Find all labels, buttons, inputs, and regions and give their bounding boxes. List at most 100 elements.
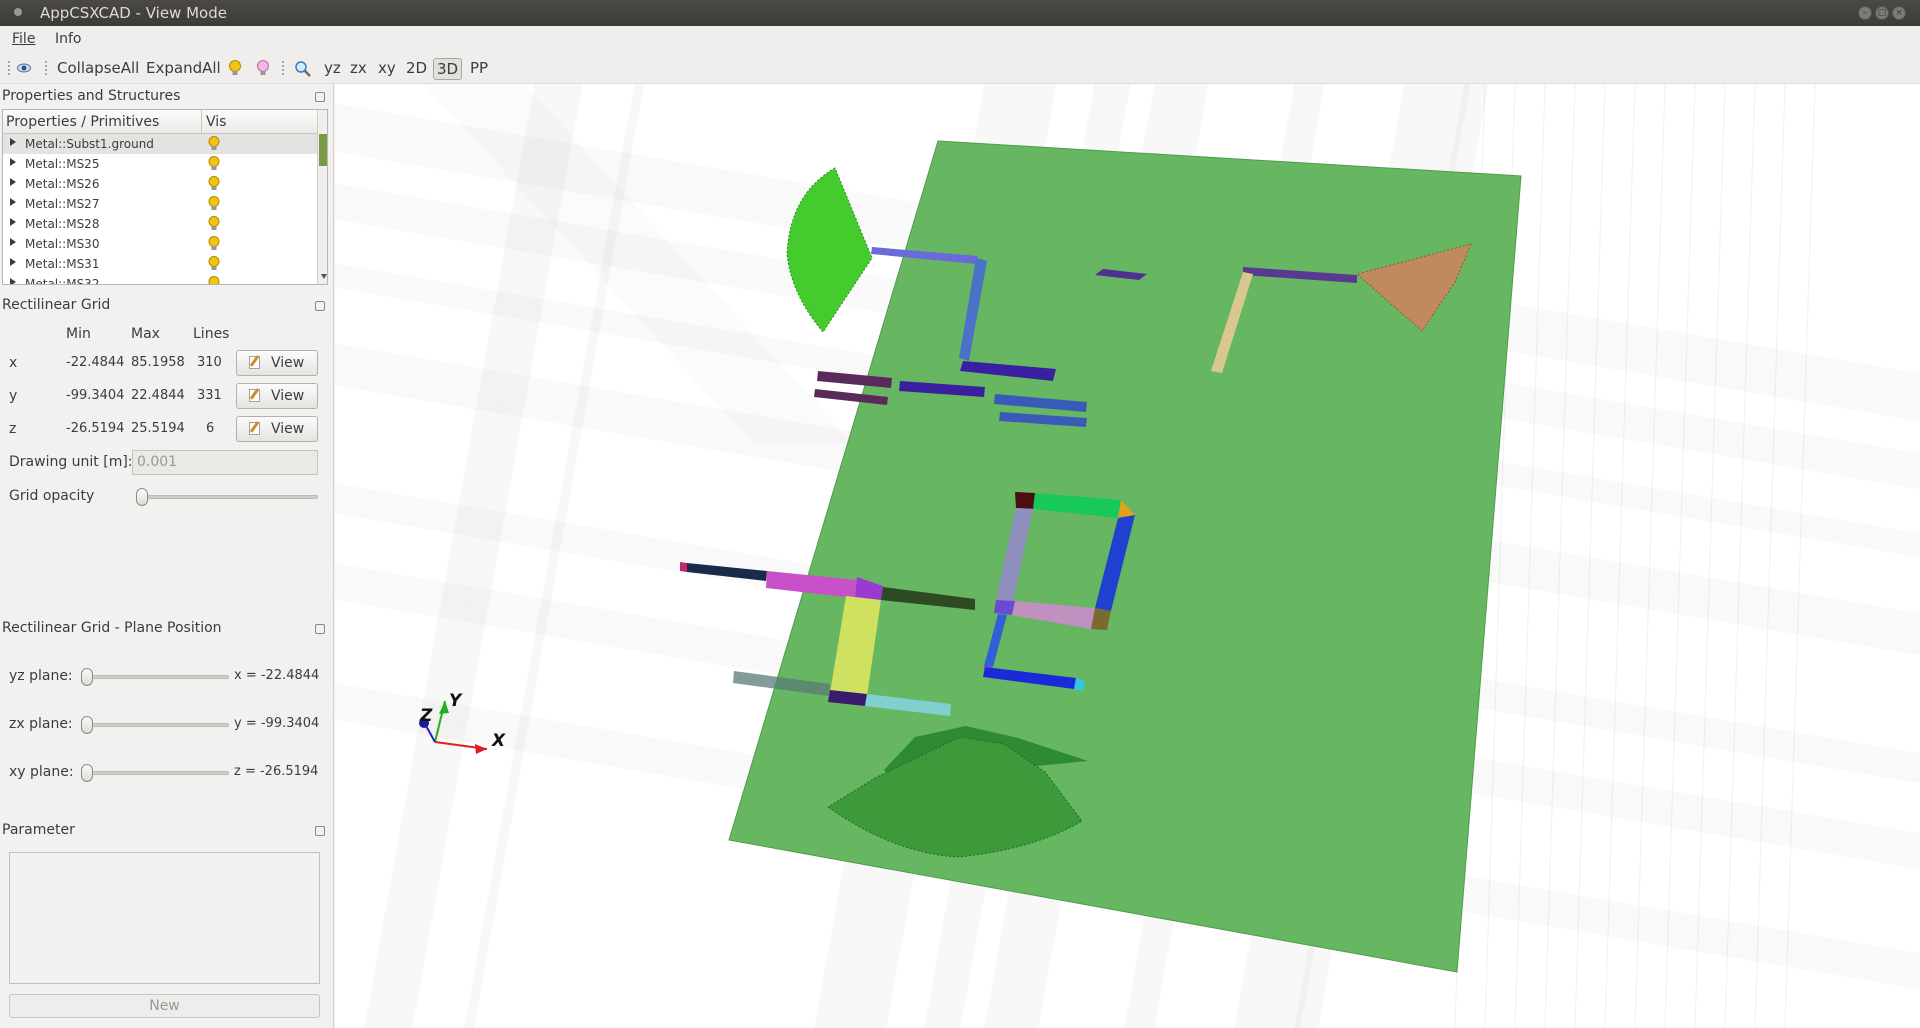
bulb-off-icon[interactable]: [256, 60, 270, 78]
new-parameter-button[interactable]: New: [9, 994, 320, 1018]
toolbar-grip-2[interactable]: [45, 61, 48, 75]
mesh-line: [1724, 84, 1756, 1028]
tree-row-label: Metal::MS30: [25, 237, 100, 251]
tree-row[interactable]: Metal::Subst1.ground: [3, 134, 317, 154]
mesh-line: [1514, 84, 1546, 1028]
scene-canvas[interactable]: X Y Z: [335, 84, 1920, 1028]
menu-file[interactable]: File: [12, 31, 35, 47]
grid-z-min: -26.5194: [66, 421, 125, 436]
view-yz-button[interactable]: yz: [324, 58, 341, 80]
xy-plane-slider[interactable]: [81, 771, 229, 775]
view-z-button[interactable]: View: [236, 416, 318, 442]
toolbar-grip-3[interactable]: [282, 61, 285, 75]
scroll-down-icon[interactable]: [321, 274, 327, 279]
properties-tree[interactable]: Properties / Primitives Vis Metal::Subst…: [2, 109, 328, 285]
tree-col-vis[interactable]: Vis: [206, 114, 226, 130]
grid-opacity-knob[interactable]: [136, 488, 148, 506]
parameter-float-button[interactable]: [315, 826, 325, 836]
zx-plane-slider[interactable]: [81, 723, 229, 727]
tree-row[interactable]: Metal::MS30: [3, 234, 317, 254]
tree-scrollbar[interactable]: [317, 110, 327, 284]
zoom-fit-icon[interactable]: [294, 60, 312, 78]
view-zx-button[interactable]: zx: [350, 58, 367, 80]
parameter-list[interactable]: [9, 852, 320, 984]
expand-arrow-icon[interactable]: [10, 218, 16, 226]
visibility-bulb-icon[interactable]: [208, 156, 220, 172]
mesh-line: [1784, 84, 1816, 1028]
view-x-button[interactable]: View: [236, 350, 318, 376]
yz-plane-slider[interactable]: [81, 675, 229, 679]
expand-arrow-icon[interactable]: [10, 238, 16, 246]
visibility-bulb-icon[interactable]: [208, 176, 220, 192]
tree-row[interactable]: Metal::MS32: [3, 274, 317, 285]
zx-plane-knob[interactable]: [81, 716, 93, 734]
mesh-line: [1604, 84, 1636, 1028]
mesh-line: [1754, 84, 1786, 1028]
properties-title: Properties and Structures: [2, 88, 181, 104]
grid-col-max: Max: [131, 326, 160, 342]
tree-row[interactable]: Metal::MS28: [3, 214, 317, 234]
grid-y-lines: 331: [197, 388, 222, 403]
grid-x-axis: x: [9, 355, 18, 371]
view-xy-button[interactable]: xy: [378, 58, 396, 80]
yz-plane-label: yz plane:: [9, 668, 73, 684]
3d-viewport[interactable]: X Y Z: [335, 84, 1920, 1028]
tree-row[interactable]: Metal::MS31: [3, 254, 317, 274]
grid-title: Rectilinear Grid: [2, 297, 111, 313]
expand-arrow-icon[interactable]: [10, 178, 16, 186]
view-3d-button[interactable]: 3D: [433, 58, 463, 80]
eye-icon[interactable]: [17, 62, 31, 74]
expand-all-button[interactable]: ExpandAll: [146, 58, 221, 80]
visibility-bulb-icon[interactable]: [208, 136, 220, 152]
bulb-on-icon[interactable]: [228, 60, 242, 78]
toolbar: CollapseAll ExpandAll yz zx xy 2D 3D PP: [0, 52, 1920, 84]
grid-opacity-slider[interactable]: [136, 495, 318, 499]
menu-info[interactable]: Info: [55, 31, 82, 47]
grid-opacity-label: Grid opacity: [9, 488, 95, 504]
tree-row[interactable]: Metal::MS25: [3, 154, 317, 174]
close-icon[interactable]: ×: [1892, 6, 1906, 20]
x-axis-arrow: [475, 744, 487, 754]
view-z-label: View: [271, 421, 305, 437]
expand-arrow-icon[interactable]: [10, 138, 16, 146]
expand-arrow-icon[interactable]: [10, 258, 16, 266]
xy-plane-knob[interactable]: [81, 764, 93, 782]
plane-float-button[interactable]: [315, 624, 325, 634]
left-panel: Properties and Structures Properties / P…: [0, 84, 334, 1028]
edit-icon: [249, 389, 260, 402]
maximize-icon[interactable]: □: [1875, 6, 1889, 20]
minimize-icon[interactable]: –: [1858, 6, 1872, 20]
visibility-bulb-icon[interactable]: [208, 276, 220, 285]
scrollbar-thumb[interactable]: [319, 134, 327, 166]
mesh-line: [1664, 84, 1696, 1028]
window-title: AppCSXCAD - View Mode: [40, 4, 227, 22]
expand-arrow-icon[interactable]: [10, 278, 16, 284]
grid-float-button[interactable]: [315, 301, 325, 311]
visibility-bulb-icon[interactable]: [208, 236, 220, 252]
view-y-button[interactable]: View: [236, 383, 318, 409]
grid-y-axis: y: [9, 388, 18, 404]
tree-col-name[interactable]: Properties / Primitives: [6, 114, 159, 130]
expand-arrow-icon[interactable]: [10, 198, 16, 206]
menu-bar: File Info: [0, 26, 1920, 52]
properties-float-button[interactable]: [315, 92, 325, 102]
xy-plane-label: xy plane:: [9, 764, 74, 780]
visibility-bulb-icon[interactable]: [208, 196, 220, 212]
pp-button[interactable]: PP: [470, 58, 488, 80]
drawing-unit-label: Drawing unit [m]:: [9, 454, 133, 470]
ring-corner-3: [994, 600, 1015, 615]
tree-row[interactable]: Metal::MS26: [3, 174, 317, 194]
xy-plane-value: z = -26.5194: [234, 764, 319, 779]
grid-z-max: 25.5194: [131, 421, 185, 436]
view-2d-button[interactable]: 2D: [406, 58, 427, 80]
zx-plane-label: zx plane:: [9, 716, 73, 732]
collapse-all-button[interactable]: CollapseAll: [57, 58, 139, 80]
yz-plane-knob[interactable]: [81, 668, 93, 686]
visibility-bulb-icon[interactable]: [208, 256, 220, 272]
view-x-label: View: [271, 355, 305, 371]
toolbar-grip[interactable]: [8, 61, 11, 75]
drawing-unit-field[interactable]: 0.001: [132, 450, 318, 475]
tree-row[interactable]: Metal::MS27: [3, 194, 317, 214]
visibility-bulb-icon[interactable]: [208, 216, 220, 232]
expand-arrow-icon[interactable]: [10, 158, 16, 166]
